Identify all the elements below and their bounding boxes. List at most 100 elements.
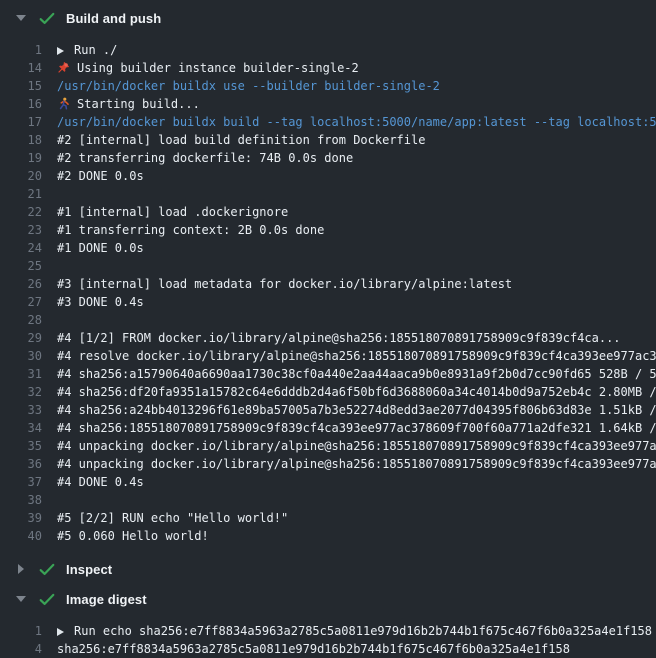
line-number[interactable]: 16: [0, 95, 42, 113]
line-number[interactable]: 31: [0, 365, 42, 383]
line-number[interactable]: 20: [0, 167, 42, 185]
line-number[interactable]: 27: [0, 293, 42, 311]
line-number[interactable]: 14: [0, 59, 42, 77]
line-text: #2 [internal] load build definition from…: [57, 131, 425, 149]
success-check-icon: [39, 11, 55, 25]
log-line: 39 #5 [2/2] RUN echo "Hello world!": [0, 509, 656, 527]
success-check-icon: [39, 592, 55, 606]
log-line: 17 /usr/bin/docker buildx build --tag lo…: [0, 113, 656, 131]
line-number[interactable]: 1: [0, 41, 42, 59]
line-text: Starting build...: [57, 95, 200, 113]
log-line: 1 Run echo sha256:e7ff8834a5963a2785c5a0…: [0, 622, 656, 640]
step-log-lines: 1 Run echo sha256:e7ff8834a5963a2785c5a0…: [0, 622, 656, 658]
log-line: 34 #4 sha256:185518070891758909c9f839cf4…: [0, 419, 656, 437]
line-text: #4 sha256:185518070891758909c9f839cf4ca3…: [57, 419, 656, 437]
log-line: 16 Starting build...: [0, 95, 656, 113]
line-text: #3 [internal] load metadata for docker.i…: [57, 275, 512, 293]
line-number[interactable]: 22: [0, 203, 42, 221]
log-line: 20 #2 DONE 0.0s: [0, 167, 656, 185]
line-number[interactable]: 35: [0, 437, 42, 455]
line-number[interactable]: 15: [0, 77, 42, 95]
log-line: 30 #4 resolve docker.io/library/alpine@s…: [0, 347, 656, 365]
log-line: 18 #2 [internal] load build definition f…: [0, 131, 656, 149]
line-text: #2 DONE 0.0s: [57, 167, 144, 185]
line-text: #4 sha256:a15790640a6690aa1730c38cf0a440…: [57, 365, 656, 383]
log-line: 36 #4 unpacking docker.io/library/alpine…: [0, 455, 656, 473]
pushpin-icon: [57, 61, 70, 74]
log-line: 23 #1 transferring context: 2B 0.0s done: [0, 221, 656, 239]
line-text: #5 [2/2] RUN echo "Hello world!": [57, 509, 288, 527]
log-step-section-build-and-push: Build and push 1 Run ./ 14 Using builder…: [0, 7, 656, 545]
line-text: sha256:e7ff8834a5963a2785c5a0811e979d16b…: [57, 640, 570, 658]
line-number[interactable]: 32: [0, 383, 42, 401]
log-line: 19 #2 transferring dockerfile: 74B 0.0s …: [0, 149, 656, 167]
step-log-lines: 1 Run ./ 14 Using builder instance build…: [0, 41, 656, 545]
line-number[interactable]: 17: [0, 113, 42, 131]
log-line: 4 sha256:e7ff8834a5963a2785c5a0811e979d1…: [0, 640, 656, 658]
line-number[interactable]: 33: [0, 401, 42, 419]
line-number[interactable]: 26: [0, 275, 42, 293]
log-line: 21: [0, 185, 656, 203]
line-number[interactable]: 1: [0, 622, 42, 640]
log-line: 28: [0, 311, 656, 329]
line-text: #4 resolve docker.io/library/alpine@sha2…: [57, 347, 656, 365]
line-text: #1 DONE 0.0s: [57, 239, 144, 257]
log-line: 33 #4 sha256:a24bb4013296f61e89ba57005a7…: [0, 401, 656, 419]
step-title: Image digest: [66, 592, 147, 607]
line-number[interactable]: 37: [0, 473, 42, 491]
step-header[interactable]: Image digest: [0, 588, 656, 610]
line-text: #3 DONE 0.4s: [57, 293, 144, 311]
step-header[interactable]: Build and push: [0, 7, 656, 29]
line-text: Using builder instance builder-single-2: [57, 59, 359, 77]
line-number[interactable]: 34: [0, 419, 42, 437]
line-number[interactable]: 28: [0, 311, 42, 329]
line-text: #1 transferring context: 2B 0.0s done: [57, 221, 324, 239]
line-number[interactable]: 40: [0, 527, 42, 545]
log-line: 25: [0, 257, 656, 275]
line-text[interactable]: Run echo sha256:e7ff8834a5963a2785c5a081…: [57, 622, 652, 640]
log-line: 38: [0, 491, 656, 509]
line-number[interactable]: 23: [0, 221, 42, 239]
line-number[interactable]: 38: [0, 491, 42, 509]
line-number[interactable]: 39: [0, 509, 42, 527]
line-text: #4 unpacking docker.io/library/alpine@sh…: [57, 437, 656, 455]
log-line: 26 #3 [internal] load metadata for docke…: [0, 275, 656, 293]
step-header[interactable]: Inspect: [0, 558, 656, 580]
line-number[interactable]: 18: [0, 131, 42, 149]
line-number[interactable]: 19: [0, 149, 42, 167]
play-triangle-icon[interactable]: [57, 47, 64, 55]
line-text: /usr/bin/docker buildx build --tag local…: [57, 113, 656, 131]
line-number[interactable]: 21: [0, 185, 42, 203]
line-text: /usr/bin/docker buildx use --builder bui…: [57, 77, 440, 95]
log-line: 32 #4 sha256:df20fa9351a15782c64e6dddb2d…: [0, 383, 656, 401]
line-number[interactable]: 29: [0, 329, 42, 347]
line-number[interactable]: 24: [0, 239, 42, 257]
chevron-icon[interactable]: [16, 564, 26, 574]
log-line: 1 Run ./: [0, 41, 656, 59]
log-line: 35 #4 unpacking docker.io/library/alpine…: [0, 437, 656, 455]
line-number[interactable]: 36: [0, 455, 42, 473]
line-number[interactable]: 4: [0, 640, 42, 658]
log-line: 27 #3 DONE 0.4s: [0, 293, 656, 311]
log-line: 22 #1 [internal] load .dockerignore: [0, 203, 656, 221]
line-text: #4 [1/2] FROM docker.io/library/alpine@s…: [57, 329, 621, 347]
line-number[interactable]: 30: [0, 347, 42, 365]
chevron-icon[interactable]: [16, 13, 26, 23]
line-text: #2 transferring dockerfile: 74B 0.0s don…: [57, 149, 353, 167]
line-text[interactable]: Run ./: [57, 41, 117, 59]
log-line: 37 #4 DONE 0.4s: [0, 473, 656, 491]
play-triangle-icon[interactable]: [57, 628, 64, 636]
log-line: 31 #4 sha256:a15790640a6690aa1730c38cf0a…: [0, 365, 656, 383]
log-step-section-image-digest: Image digest 1 Run echo sha256:e7ff8834a…: [0, 588, 656, 658]
chevron-icon[interactable]: [16, 594, 26, 604]
line-text: #1 [internal] load .dockerignore: [57, 203, 288, 221]
log-line: 15 /usr/bin/docker buildx use --builder …: [0, 77, 656, 95]
step-title: Build and push: [66, 11, 161, 26]
step-title: Inspect: [66, 562, 112, 577]
line-text: #4 unpacking docker.io/library/alpine@sh…: [57, 455, 656, 473]
line-number[interactable]: 25: [0, 257, 42, 275]
runner-icon: [57, 97, 70, 110]
log-step-section-inspect: Inspect: [0, 558, 656, 580]
workflow-log-page: Build and push 1 Run ./ 14 Using builder…: [0, 0, 656, 658]
line-text: #4 DONE 0.4s: [57, 473, 144, 491]
